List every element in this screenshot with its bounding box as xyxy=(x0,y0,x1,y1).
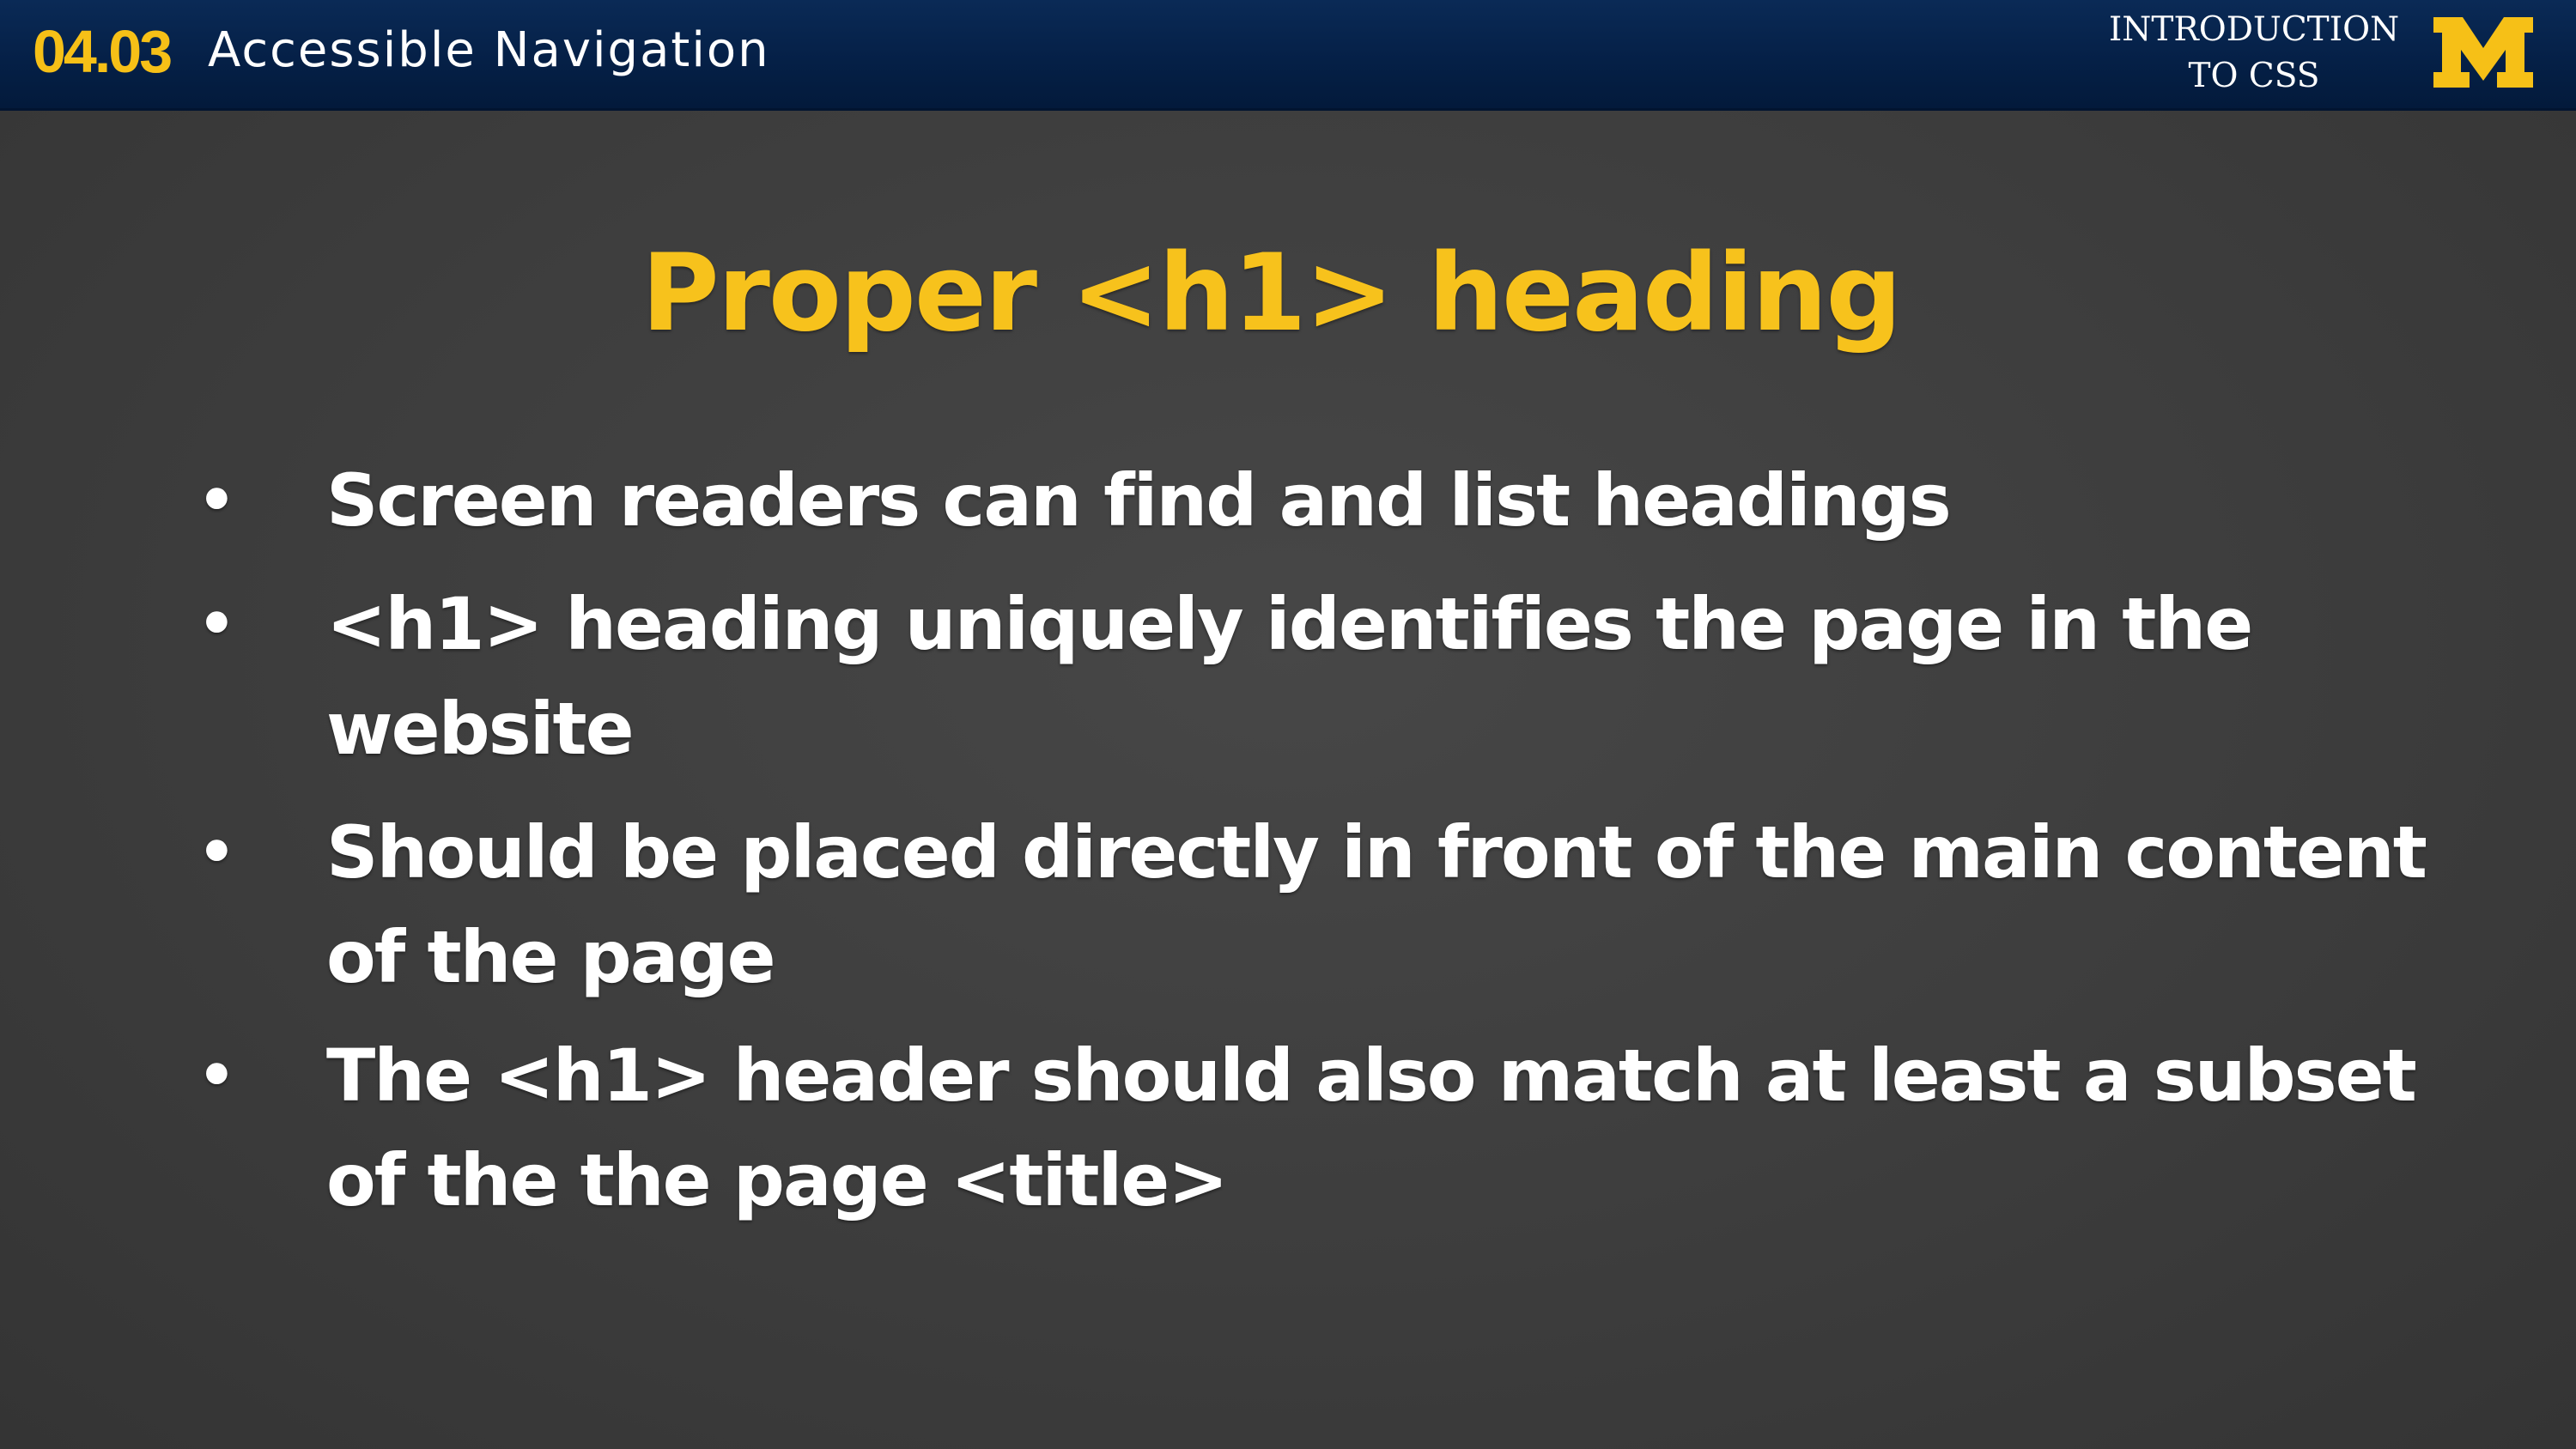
lesson-number: 04.03 xyxy=(33,18,173,85)
bullet-item: The <h1> header should also match at lea… xyxy=(197,1023,2456,1233)
course-title-line1: INTRODUCTION xyxy=(2108,10,2400,49)
bullet-list: Screen readers can find and list heading… xyxy=(0,111,2576,1449)
lesson-title: Accessible Navigation xyxy=(208,22,770,78)
bullet-item: <h1> heading uniquely identifies the pag… xyxy=(197,572,2456,781)
block-m-logo-icon xyxy=(2433,17,2533,88)
course-title: INTRODUCTION TO CSS xyxy=(2091,7,2417,100)
bullet-item: Should be placed directly in front of th… xyxy=(197,800,2456,1009)
slide-header-bar: 04.03 Accessible Navigation INTRODUCTION… xyxy=(0,0,2576,111)
bullet-item: Screen readers can find and list heading… xyxy=(197,448,2456,553)
course-title-line2: TO CSS xyxy=(2188,57,2320,95)
slide-body: Proper <h1> heading Screen readers can f… xyxy=(0,111,2576,1449)
